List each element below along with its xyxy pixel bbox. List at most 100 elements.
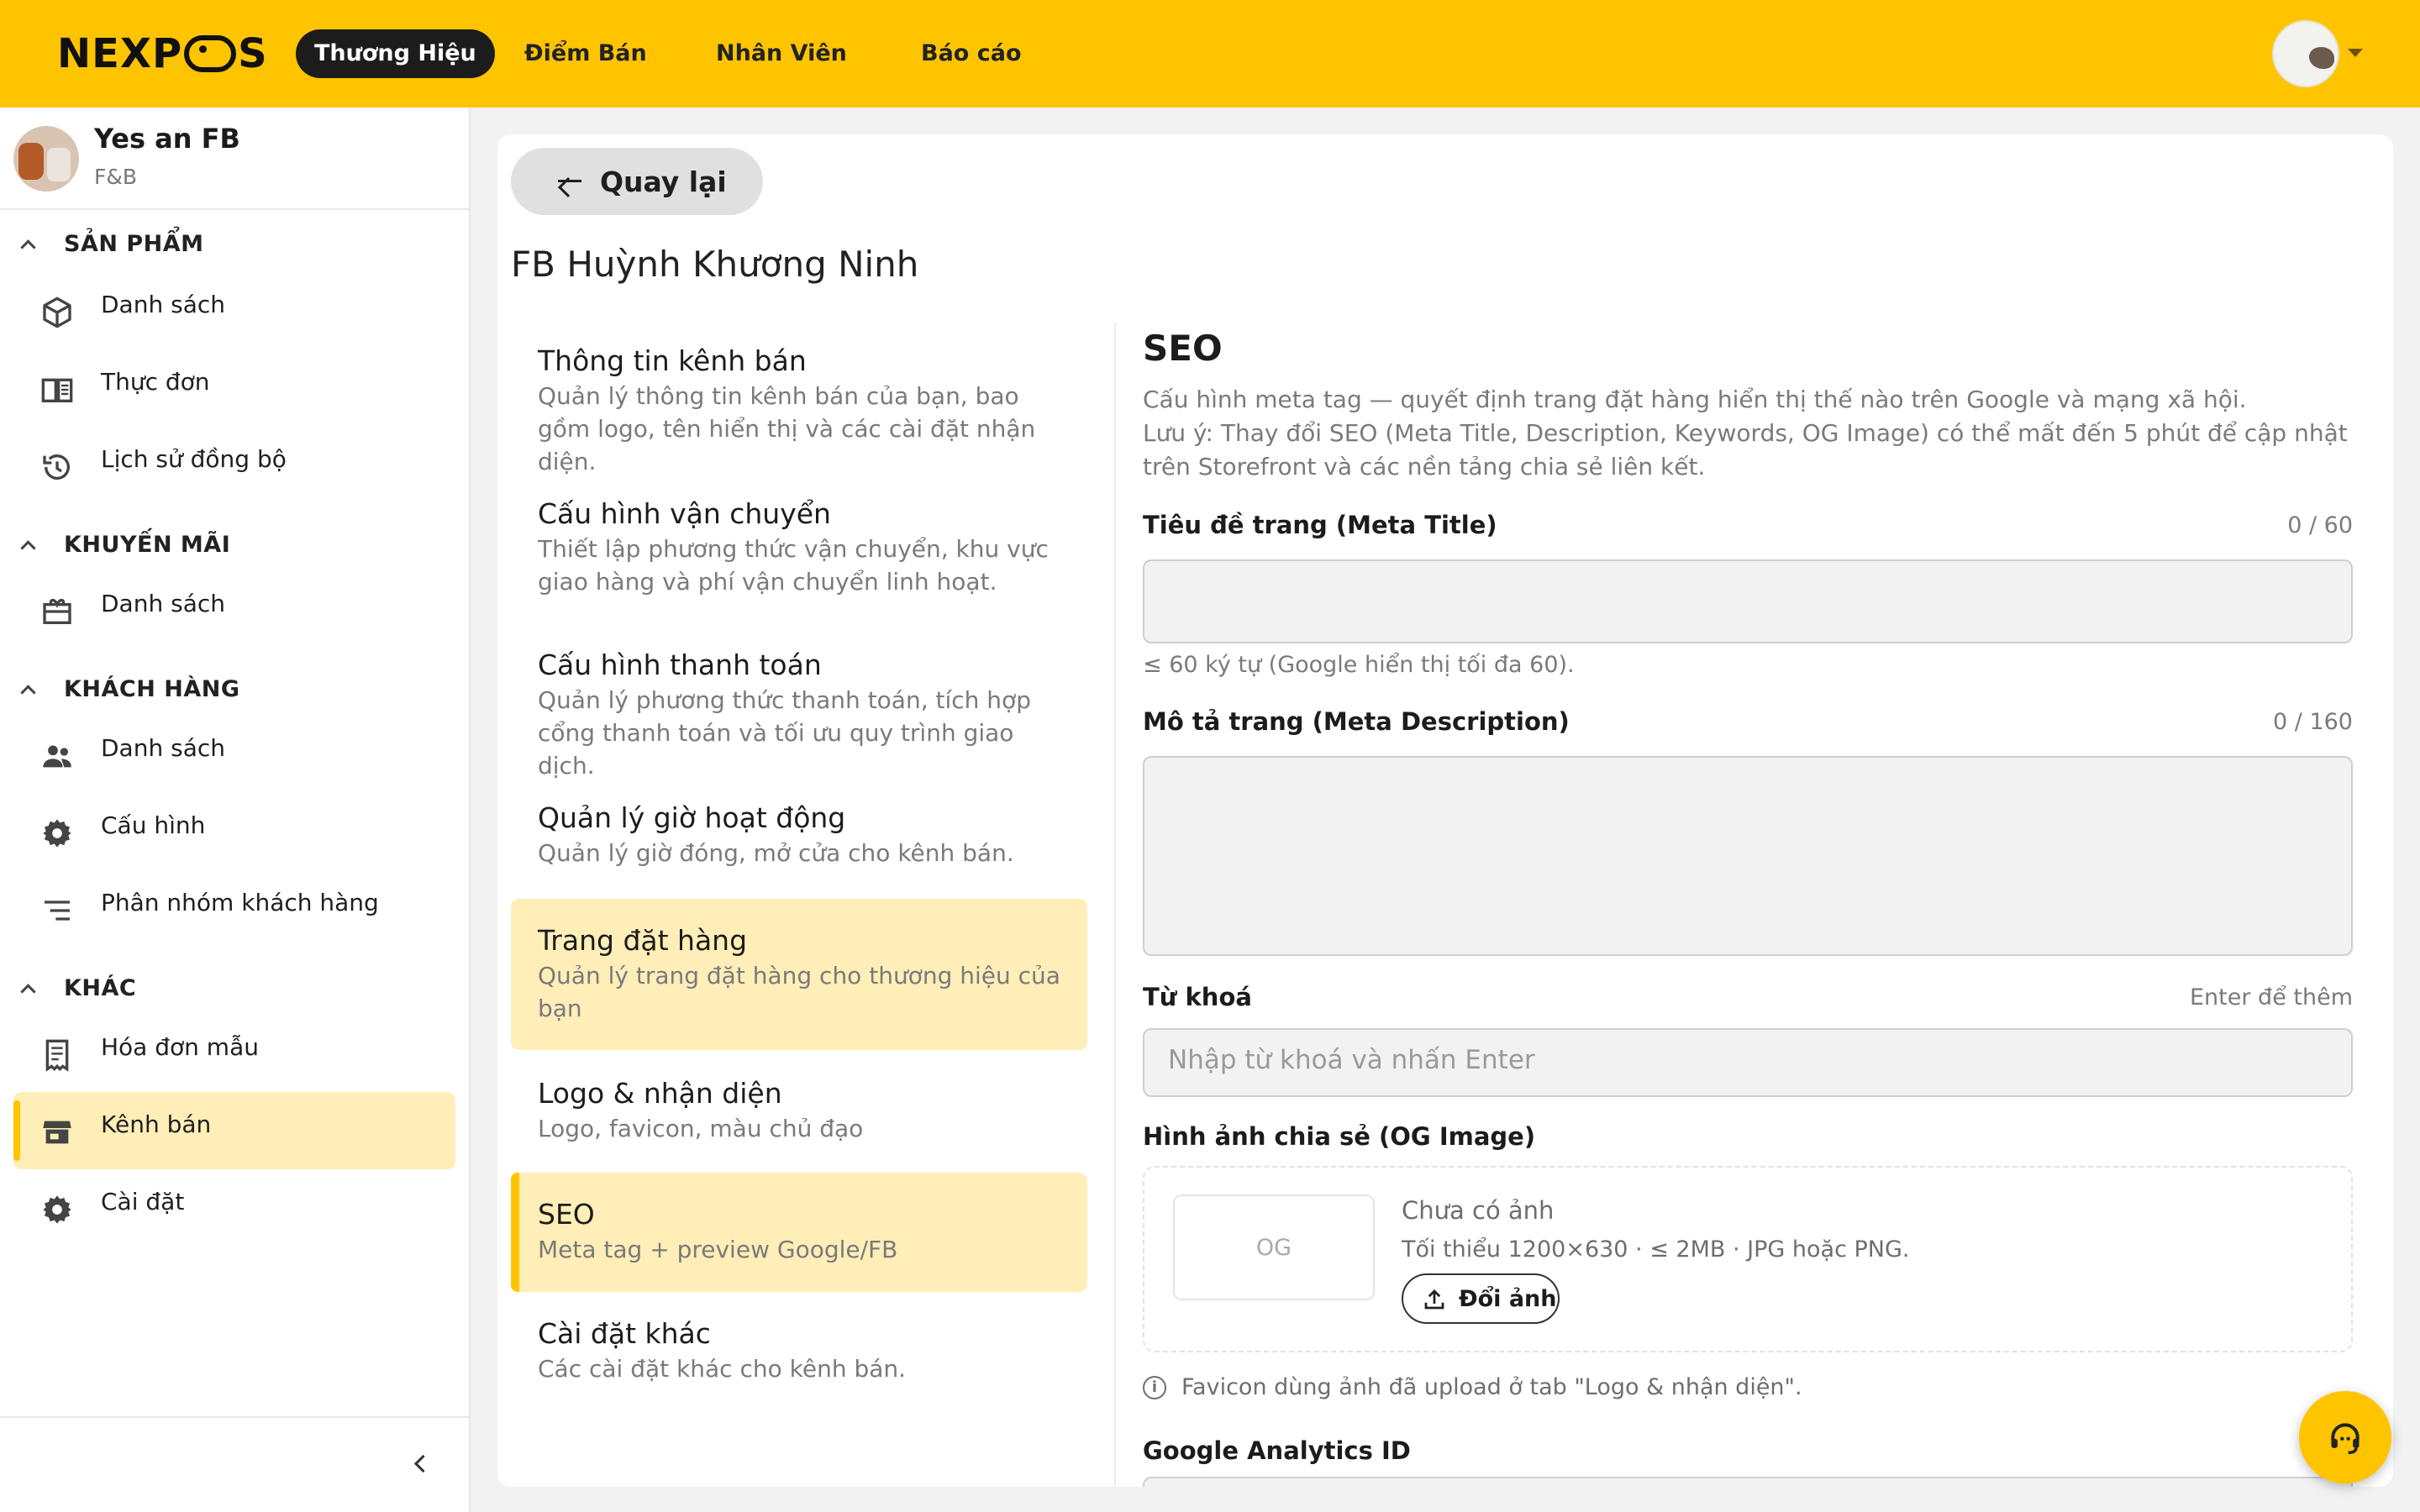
settings-nav-desc: Quản lý phương thức thanh toán, tích hợp…	[538, 686, 1031, 780]
headset-icon	[2331, 1423, 2360, 1455]
settings-nav-trang-dat-hang[interactable]: Trang đặt hàng Quản lý trang đặt hàng ch…	[511, 899, 1087, 1050]
nav-bao-cao[interactable]: Báo cáo	[902, 29, 1040, 78]
gear-icon	[43, 1195, 71, 1224]
nav-diem-ban[interactable]: Điểm Bán	[506, 29, 666, 78]
section-title: KHÁC	[64, 974, 137, 1001]
og-image-status: Chưa có ảnh	[1402, 1196, 1555, 1225]
og-image-label: Hình ảnh chia sẻ (OG Image)	[1143, 1122, 1536, 1151]
nav-thuong-hieu[interactable]: Thương Hiệu	[296, 29, 495, 78]
settings-nav-title: Logo & nhận diện	[538, 1077, 782, 1110]
sidebar-item-san-pham-danh-sach[interactable]: Danh sách	[13, 272, 455, 349]
settings-nav-desc: Các cài đặt khác cho kênh bán.	[538, 1355, 907, 1383]
sidebar-item-label: Lịch sử đồng bộ	[101, 445, 287, 473]
section-khach-hang[interactable]: KHÁCH HÀNG	[20, 672, 239, 706]
keywords-label: Từ khoá	[1143, 983, 1252, 1011]
change-image-label: Đổi ảnh	[1459, 1285, 1557, 1312]
og-image-dropzone[interactable]: OG Chưa có ảnh Tối thiểu 1200×630 · ≤ 2M…	[1143, 1166, 2353, 1352]
brand-avatar	[13, 126, 79, 192]
meta-title-input[interactable]	[1143, 559, 2353, 643]
sort-lines-icon	[45, 900, 70, 921]
seo-description-line2: Lưu ý: Thay đổi SEO (Meta Title, Descrip…	[1143, 419, 2348, 480]
logo-text-right: S	[238, 30, 268, 77]
google-analytics-input[interactable]	[1143, 1477, 2353, 1487]
settings-nav-title: SEO	[538, 1198, 595, 1231]
store-icon	[43, 1121, 71, 1144]
box-icon	[43, 297, 71, 328]
back-button[interactable]: Quay lại	[511, 148, 763, 215]
people-icon	[43, 745, 71, 768]
settings-nav-logo-nhan-dien[interactable]: Logo & nhận diện Logo, favicon, màu chủ …	[511, 1052, 1087, 1169]
sidebar-item-label: Cấu hình	[101, 811, 206, 839]
seo-description-line1: Cấu hình meta tag — quyết định trang đặt…	[1143, 386, 2247, 413]
seo-title: SEO	[1143, 328, 1223, 369]
nav-nhan-vien[interactable]: Nhân Viên	[697, 29, 865, 78]
meta-description-textarea[interactable]	[1143, 756, 2353, 956]
sidebar-item-thuc-don[interactable]: Thực đơn	[13, 349, 455, 427]
settings-nav-title: Quản lý giờ hoạt động	[538, 801, 846, 834]
chevron-up-icon	[20, 681, 35, 696]
settings-nav-desc: Thiết lập phương thức vận chuyển, khu vự…	[538, 535, 1049, 596]
sidebar-item-label: Phân nhóm khách hàng	[101, 889, 379, 916]
receipt-icon	[45, 1039, 69, 1072]
sidebar-item-hoa-don-mau[interactable]: Hóa đơn mẫu	[13, 1015, 455, 1092]
top-bar: NEXP S Thương Hiệu Điểm Bán Nhân Viên Bá…	[0, 0, 2420, 108]
sidebar-item-label: Hóa đơn mẫu	[101, 1033, 259, 1061]
sidebar-item-kenh-ban[interactable]: Kênh bán	[13, 1092, 455, 1169]
sidebar-item-cai-dat[interactable]: Cài đặt	[13, 1169, 455, 1247]
settings-nav-cau-hinh-thanh-toan[interactable]: Cấu hình thanh toán Quản lý phương thức …	[511, 623, 1087, 780]
sidebar-item-khuyen-mai-danh-sach[interactable]: Danh sách	[13, 571, 455, 648]
settings-nav-cau-hinh-van-chuyen[interactable]: Cấu hình vận chuyển Thiết lập phương thứ…	[511, 472, 1087, 623]
sidebar-item-khach-hang-danh-sach[interactable]: Danh sách	[13, 716, 455, 793]
sidebar-item-cau-hinh[interactable]: Cấu hình	[13, 793, 455, 870]
sidebar: Yes an FB F&B SẢN PHẨM Danh sách Thực đơ…	[0, 108, 471, 1512]
chevron-down-icon[interactable]	[2348, 49, 2363, 57]
gift-card-icon	[43, 599, 71, 624]
history-icon	[43, 454, 70, 480]
settings-nav-desc: Meta tag + preview Google/FB	[538, 1236, 898, 1263]
support-chat-button[interactable]	[2299, 1391, 2391, 1483]
user-avatar[interactable]	[2272, 20, 2339, 87]
section-title: SẢN PHẨM	[64, 230, 204, 257]
settings-nav-thong-tin-kenh-ban[interactable]: Thông tin kênh bán Quản lý thông tin kên…	[511, 319, 1087, 475]
sidebar-item-label: Danh sách	[101, 590, 225, 617]
info-icon: i	[1143, 1375, 1166, 1399]
collapse-sidebar-icon[interactable]	[408, 1452, 434, 1477]
main-card: Quay lại FB Huỳnh Khương Ninh Thông tin …	[497, 134, 2393, 1487]
settings-nav-desc: Logo, favicon, màu chủ đạo	[538, 1115, 864, 1142]
section-title: KHUYẾN MÃI	[64, 531, 231, 558]
sidebar-item-lich-su-dong-bo[interactable]: Lịch sử đồng bộ	[13, 427, 455, 504]
section-khuyen-mai[interactable]: KHUYẾN MÃI	[20, 528, 230, 561]
settings-nav-cai-dat-khac[interactable]: Cài đặt khác Các cài đặt khác cho kênh b…	[511, 1292, 1087, 1410]
settings-nav-title: Cấu hình vận chuyển	[538, 497, 831, 530]
settings-nav-seo[interactable]: SEO Meta tag + preview Google/FB	[511, 1173, 1087, 1292]
chevron-up-icon	[20, 980, 35, 995]
sidebar-item-label: Danh sách	[101, 291, 225, 318]
sidebar-item-label: Cài đặt	[101, 1188, 185, 1215]
section-san-pham[interactable]: SẢN PHẨM	[20, 227, 204, 260]
settings-nav-title: Cấu hình thanh toán	[538, 648, 822, 681]
favicon-note: i Favicon dùng ảnh đã upload ở tab "Logo…	[1143, 1374, 1802, 1400]
brand-category: F&B	[94, 165, 138, 189]
seo-description: Cấu hình meta tag — quyết định trang đặt…	[1143, 383, 2353, 484]
settings-nav-desc: Quản lý thông tin kênh bán của bạn, bao …	[538, 382, 1036, 475]
upload-icon	[1424, 1289, 1444, 1310]
meta-description-counter: 0 / 160	[2273, 709, 2353, 735]
chevron-up-icon	[20, 537, 35, 552]
sidebar-item-label: Danh sách	[101, 734, 225, 762]
meta-title-label: Tiêu đề trang (Meta Title)	[1143, 511, 1497, 539]
section-khac[interactable]: KHÁC	[20, 971, 136, 1005]
settings-nav-quan-ly-gio-hoat-dong[interactable]: Quản lý giờ hoạt động Quản lý giờ đóng, …	[511, 776, 1087, 894]
brand-header[interactable]: Yes an FB F&B	[0, 108, 469, 210]
back-button-label: Quay lại	[600, 165, 727, 198]
meta-title-counter: 0 / 60	[2287, 512, 2353, 538]
sidebar-item-label: Kênh bán	[101, 1110, 212, 1138]
sidebar-item-phan-nhom-khach-hang[interactable]: Phân nhóm khách hàng	[13, 870, 455, 948]
nexpos-logo[interactable]: NEXP S	[57, 30, 268, 77]
keywords-input[interactable]: Nhập từ khoá và nhấn Enter	[1143, 1028, 2353, 1097]
settings-nav-title: Cài đặt khác	[538, 1317, 711, 1350]
change-image-button[interactable]: Đổi ảnh	[1402, 1273, 1560, 1324]
gear-icon	[43, 819, 71, 848]
favicon-note-text: Favicon dùng ảnh đã upload ở tab "Logo &…	[1181, 1374, 1802, 1400]
page-title: FB Huỳnh Khương Ninh	[511, 244, 919, 285]
sidebar-item-label: Thực đơn	[101, 368, 210, 396]
